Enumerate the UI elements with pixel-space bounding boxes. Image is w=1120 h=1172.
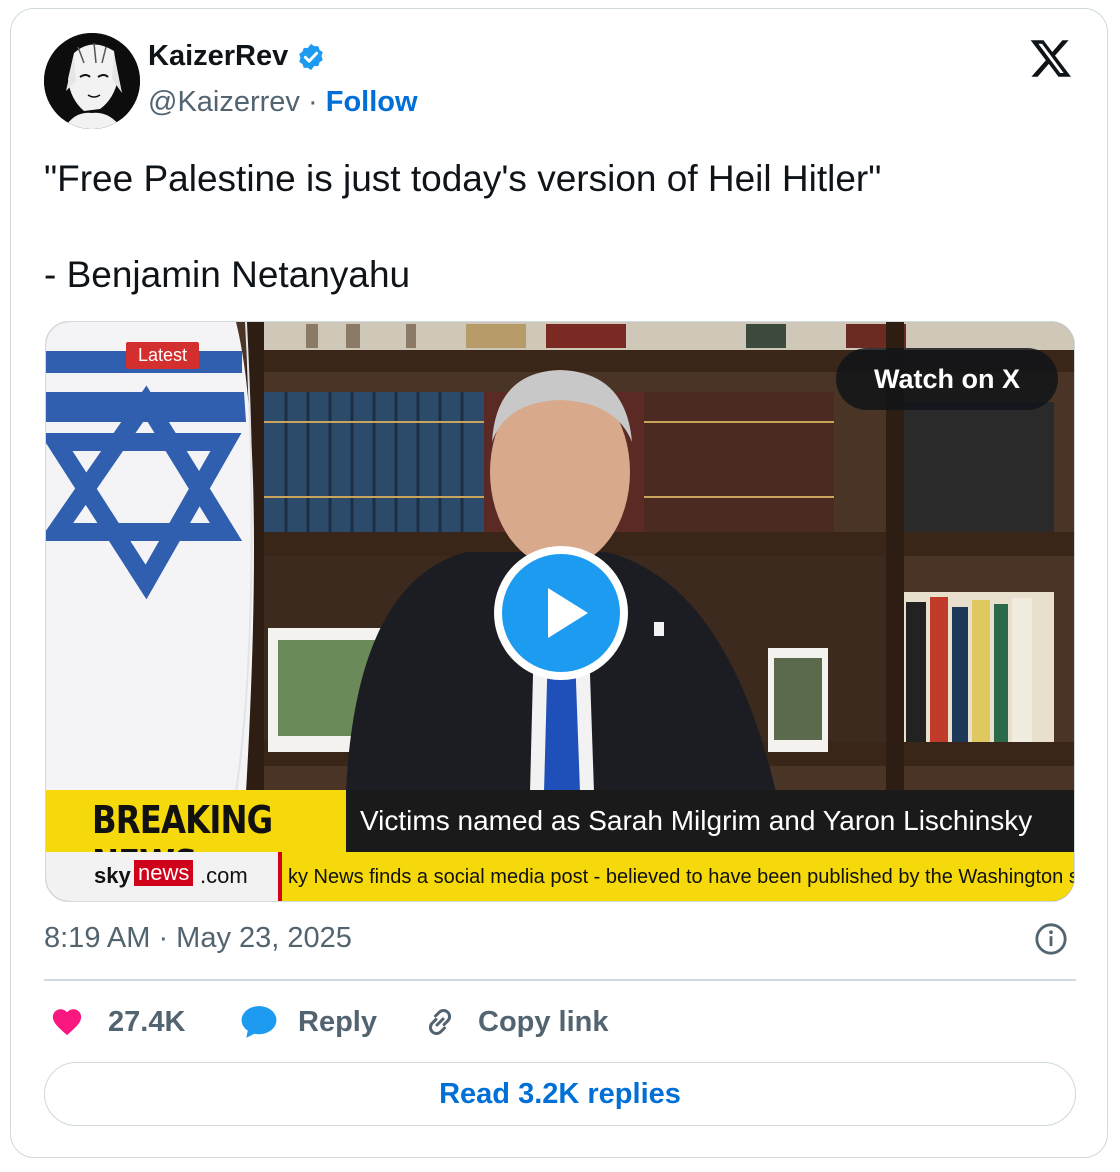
news-ticker: ky News finds a social media post - beli… [278, 852, 1074, 901]
author-name-row[interactable]: KaizerRev [148, 40, 326, 73]
author-display-name[interactable]: KaizerRev [148, 40, 288, 73]
reply-bubble-icon [241, 1006, 277, 1038]
reply-action[interactable]: Reply [240, 1002, 377, 1042]
latest-badge: Latest [126, 342, 200, 369]
copy-link-action[interactable]: Copy link [422, 1002, 609, 1042]
x-logo-icon[interactable] [1028, 36, 1074, 80]
author-handle-row: @Kaizerrev · Follow [148, 86, 418, 119]
brand-domain: .com [200, 863, 248, 888]
author-avatar[interactable] [44, 33, 140, 129]
watch-on-x-button[interactable]: Watch on X [836, 348, 1058, 410]
copy-link-label: Copy link [478, 1005, 609, 1038]
tweet-text: "Free Palestine is just today's version … [44, 158, 882, 295]
sky-news-brand: sky news .com [46, 852, 278, 901]
avatar-illustration [44, 33, 140, 129]
breaking-news-label: BREAKING NEWS [46, 790, 346, 886]
like-action[interactable]: 27.4K [50, 1002, 185, 1042]
link-icon [429, 1009, 451, 1035]
like-count: 27.4K [108, 1005, 186, 1038]
play-icon [502, 554, 620, 672]
read-replies-button[interactable]: Read 3.2K replies [44, 1062, 1076, 1126]
author-handle[interactable]: @Kaizerrev [148, 86, 300, 118]
reply-label: Reply [298, 1005, 377, 1038]
tweet-timestamp[interactable]: 8:19 AM · May 23, 2025 [44, 922, 352, 955]
follow-button[interactable]: Follow [326, 86, 418, 118]
video-player[interactable]: Latest Watch on X BREAKING NEWS Victims … [45, 321, 1075, 902]
info-icon[interactable] [1034, 922, 1068, 956]
divider [44, 979, 1076, 981]
brand-sky: sky [94, 863, 131, 888]
brand-news: news [134, 860, 194, 886]
play-button[interactable] [494, 546, 628, 680]
separator-dot: · [308, 86, 318, 118]
heart-icon [52, 1009, 82, 1036]
headline-strip: Victims named as Sarah Milgrim and Yaron… [346, 790, 1074, 852]
verified-badge-icon [299, 43, 323, 70]
